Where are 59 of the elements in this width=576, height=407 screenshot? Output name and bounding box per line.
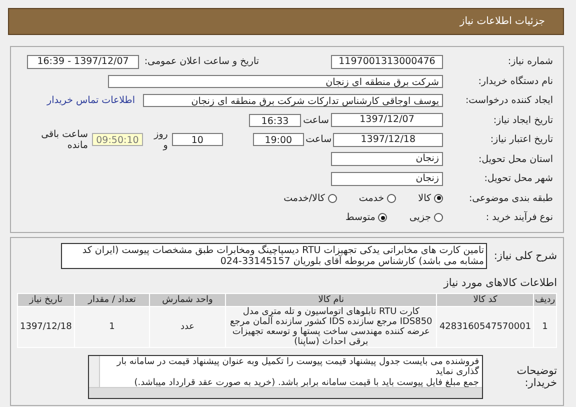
field-label: تاریخ و ساعت اعلان عمومی: xyxy=(143,56,259,68)
notes-textarea[interactable]: فروشنده می بایست جدول پیشنهاد قیمت پیوست را تکمیل وبه عنوان پیشنهاد قیمت در سامانه بار گذاری نماید جمع مبلغ فایل پیوست باید با قیمت سامانه برابر باشد. (خرید به صورت عقد قرارداد میباشد.) xyxy=(88,354,483,398)
column-header: کد کالا xyxy=(437,294,534,306)
radio-option[interactable]: متوسط xyxy=(345,212,388,224)
radio-option[interactable]: خدمت xyxy=(358,192,396,204)
radio-option[interactable]: کالا/خدمت xyxy=(284,192,337,204)
time-label: ساعت xyxy=(302,114,330,126)
radio-option[interactable]: کالا xyxy=(418,192,443,204)
column-header: تعداد / مقدار xyxy=(74,294,150,306)
field-label: توضیحات خریدار: xyxy=(516,364,557,388)
page-title: جزئیات اطلاعات نیاز xyxy=(460,16,545,27)
table-cell: 1397/12/18 xyxy=(18,306,74,346)
need-number-field: 1197001313000476 xyxy=(331,54,443,69)
field-label: شهر محل تحویل: xyxy=(483,173,553,184)
radio-icon[interactable] xyxy=(387,194,396,203)
radio-icon[interactable] xyxy=(328,194,337,203)
table-cell: عدد xyxy=(150,306,225,346)
table-cell: 4283160547570001 xyxy=(437,306,534,346)
field-label: طبقه بندی موضوعی: xyxy=(468,192,553,204)
time-label: ساعت xyxy=(304,134,333,146)
remaining-time-field: 09:50:10 xyxy=(92,133,143,146)
days-label: روز و xyxy=(152,128,168,151)
city-field: زنجان xyxy=(331,172,443,186)
vertical-scrollbar[interactable] xyxy=(89,356,100,388)
column-header: نام کالا xyxy=(226,294,436,306)
days-field: 10 xyxy=(172,133,223,146)
horizontal-scrollbar[interactable] xyxy=(89,386,482,398)
radio-icon[interactable] xyxy=(378,213,388,222)
table-cell: 1 xyxy=(534,306,556,346)
field-label: شرح کلی نیاز: xyxy=(492,250,557,262)
time-field: 16:33 xyxy=(249,114,301,127)
notes-text: فروشنده می بایست جدول پیشنهاد قیمت پیوست را تکمیل وبه عنوان پیشنهاد قیمت در سامانه بار گذاری نماید xyxy=(116,356,479,378)
time-field: 19:00 xyxy=(252,133,304,146)
radio-icon[interactable] xyxy=(434,194,443,203)
notes-text: جمع مبلغ فایل پیوست باید با قیمت سامانه برابر باشد. (خرید به صورت عقد قرارداد میباشد.) xyxy=(133,378,479,388)
field-label: استان محل تحویل: xyxy=(477,154,553,165)
table-cell: 1 xyxy=(74,306,150,346)
field-label: تاریخ اعتبار نیاز: xyxy=(489,134,553,146)
section-title: اطلاعات کالاهای مورد نیاز xyxy=(442,276,557,288)
buyer-org-field: شرکت برق منطقه ای زنجان xyxy=(108,74,443,88)
date-field: 1397/12/18 xyxy=(333,132,443,147)
field-label: شماره نیاز: xyxy=(506,56,553,68)
announce-date-field: 1397/12/07 - 16:39 xyxy=(27,54,139,69)
column-header: تاریخ نیاز xyxy=(18,294,74,306)
field-label: نوع فرآیند خرید : xyxy=(484,212,553,224)
column-header: واحد شمارش xyxy=(150,294,225,306)
field-label: ایجاد کننده درخواست: xyxy=(464,95,553,106)
province-field: زنجان xyxy=(331,152,443,166)
table-cell: کارت RTU تابلوهای اتوماسیون و تله متری مدل IDS850 مرجع سازنده IDS کشور سازنده آلمان مرجع عرضه کننده مهندسی ساخت پستها و توسعه تجهیزات برقی احداث (ساپنا) xyxy=(226,306,436,346)
requester-field: یوسف اوجاقی کارشناس تدارکات شرکت برق منطقه ای زنجان xyxy=(143,94,443,108)
field-label: تاریخ ایجاد نیاز: xyxy=(492,114,553,126)
radio-icon[interactable] xyxy=(434,213,443,222)
remaining-label: ساعت باقی مانده xyxy=(40,128,88,151)
column-header: ردیف xyxy=(534,294,556,306)
description-field: تامین کارت های مخابراتی یدکی تجهیزات RTU دیسپاچینگ ومخابرات طبق مشخصات پیوست (ایران کد مشابه می باشد) کارشناس مربوطه آقای بلوریان 33145157-024 xyxy=(61,242,487,268)
radio-option[interactable]: جزیی xyxy=(409,212,443,224)
date-field: 1397/12/07 xyxy=(331,113,443,128)
field-label: نام دستگاه خریدار: xyxy=(477,76,553,87)
contact-link[interactable]: اطلاعات تماس خریدار xyxy=(46,95,135,106)
